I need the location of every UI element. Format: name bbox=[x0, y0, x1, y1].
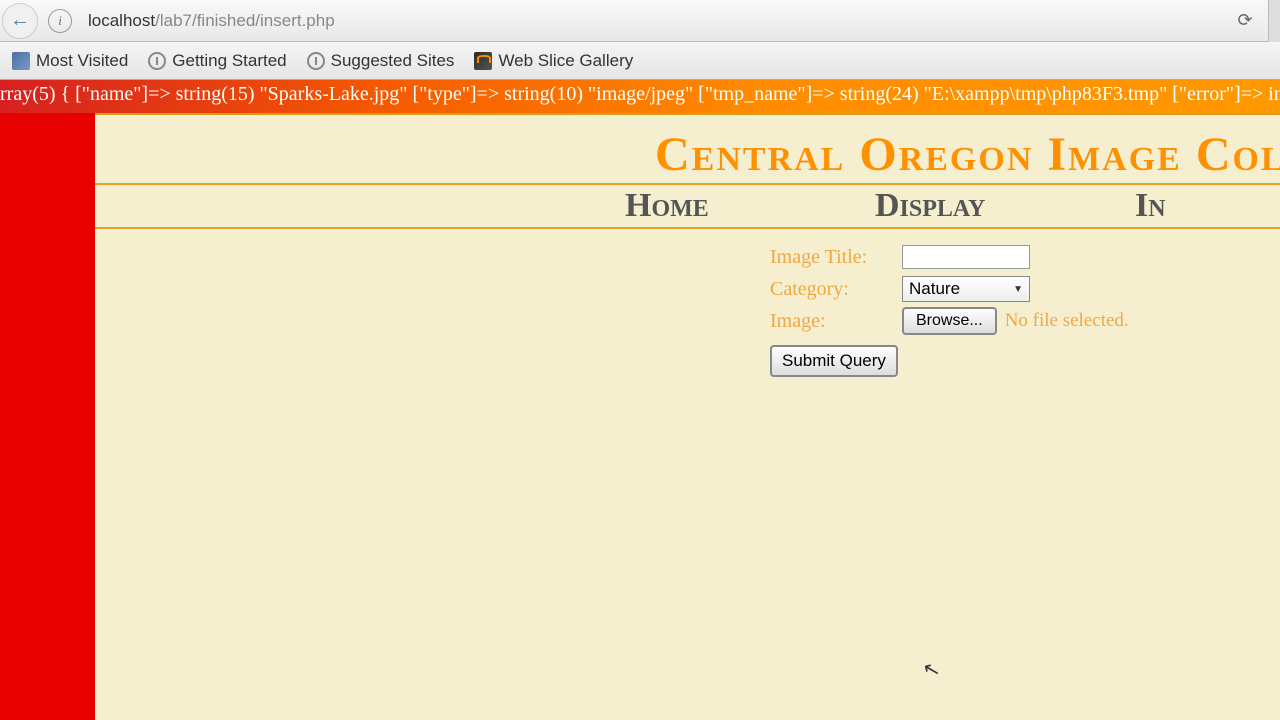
url-host: localhost bbox=[88, 11, 155, 31]
page-body: Central Oregon Image Coll Home Display I… bbox=[0, 113, 1280, 720]
chevron-down-icon: ▼ bbox=[1013, 284, 1023, 295]
bookmark-label: Getting Started bbox=[172, 51, 286, 71]
toolbar-right-edge bbox=[1268, 0, 1280, 42]
form-row-category: Category: Nature ▼ bbox=[770, 275, 1129, 303]
site-title: Central Oregon Image Coll bbox=[655, 115, 1280, 182]
bookmark-label: Suggested Sites bbox=[331, 51, 455, 71]
browse-button[interactable]: Browse... bbox=[902, 307, 997, 335]
form-row-image: Image: Browse... No file selected. bbox=[770, 307, 1129, 335]
nav-display[interactable]: Display bbox=[875, 185, 1135, 227]
submit-button[interactable]: Submit Query bbox=[770, 345, 898, 377]
web-slice-icon bbox=[474, 52, 492, 70]
nav-insert[interactable]: In bbox=[1135, 185, 1166, 227]
main-content: Central Oregon Image Coll Home Display I… bbox=[95, 113, 1280, 720]
bookmark-label: Most Visited bbox=[36, 51, 128, 71]
nav-spacer bbox=[95, 185, 625, 227]
browser-toolbar: ← i localhost/lab7/finished/insert.php ⟳ bbox=[0, 0, 1280, 42]
category-select[interactable]: Nature ▼ bbox=[902, 276, 1030, 302]
bookmark-web-slice[interactable]: Web Slice Gallery bbox=[466, 47, 641, 75]
reload-button[interactable]: ⟳ bbox=[1230, 10, 1260, 31]
file-status-text: No file selected. bbox=[1005, 310, 1129, 332]
category-label: Category: bbox=[770, 278, 902, 301]
left-sidebar bbox=[0, 113, 95, 720]
url-bar[interactable]: localhost/lab7/finished/insert.php bbox=[80, 6, 1230, 36]
mouse-cursor-icon: ↖ bbox=[920, 655, 943, 683]
bookmark-suggested-sites[interactable]: Suggested Sites bbox=[299, 47, 463, 75]
image-title-input[interactable] bbox=[902, 245, 1030, 269]
insert-form: Image Title: Category: Nature ▼ Image: B… bbox=[770, 243, 1129, 377]
category-selected-value: Nature bbox=[909, 279, 960, 299]
back-button[interactable]: ← bbox=[2, 3, 38, 39]
bookmarks-bar: Most Visited Getting Started Suggested S… bbox=[0, 42, 1280, 80]
bookmark-icon bbox=[12, 52, 30, 70]
image-title-label: Image Title: bbox=[770, 246, 902, 269]
main-nav: Home Display In bbox=[95, 183, 1280, 229]
globe-icon bbox=[307, 52, 325, 70]
url-path: /lab7/finished/insert.php bbox=[155, 11, 335, 31]
back-arrow-icon: ← bbox=[10, 9, 30, 32]
site-info-icon[interactable]: i bbox=[48, 9, 72, 33]
image-file-label: Image: bbox=[770, 310, 902, 333]
form-row-title: Image Title: bbox=[770, 243, 1129, 271]
bookmark-most-visited[interactable]: Most Visited bbox=[4, 47, 136, 75]
bookmark-getting-started[interactable]: Getting Started bbox=[140, 47, 294, 75]
php-debug-output: rray(5) { ["name"]=> string(15) "Sparks-… bbox=[0, 80, 1280, 113]
globe-icon bbox=[148, 52, 166, 70]
bookmark-label: Web Slice Gallery bbox=[498, 51, 633, 71]
nav-home[interactable]: Home bbox=[625, 185, 875, 227]
